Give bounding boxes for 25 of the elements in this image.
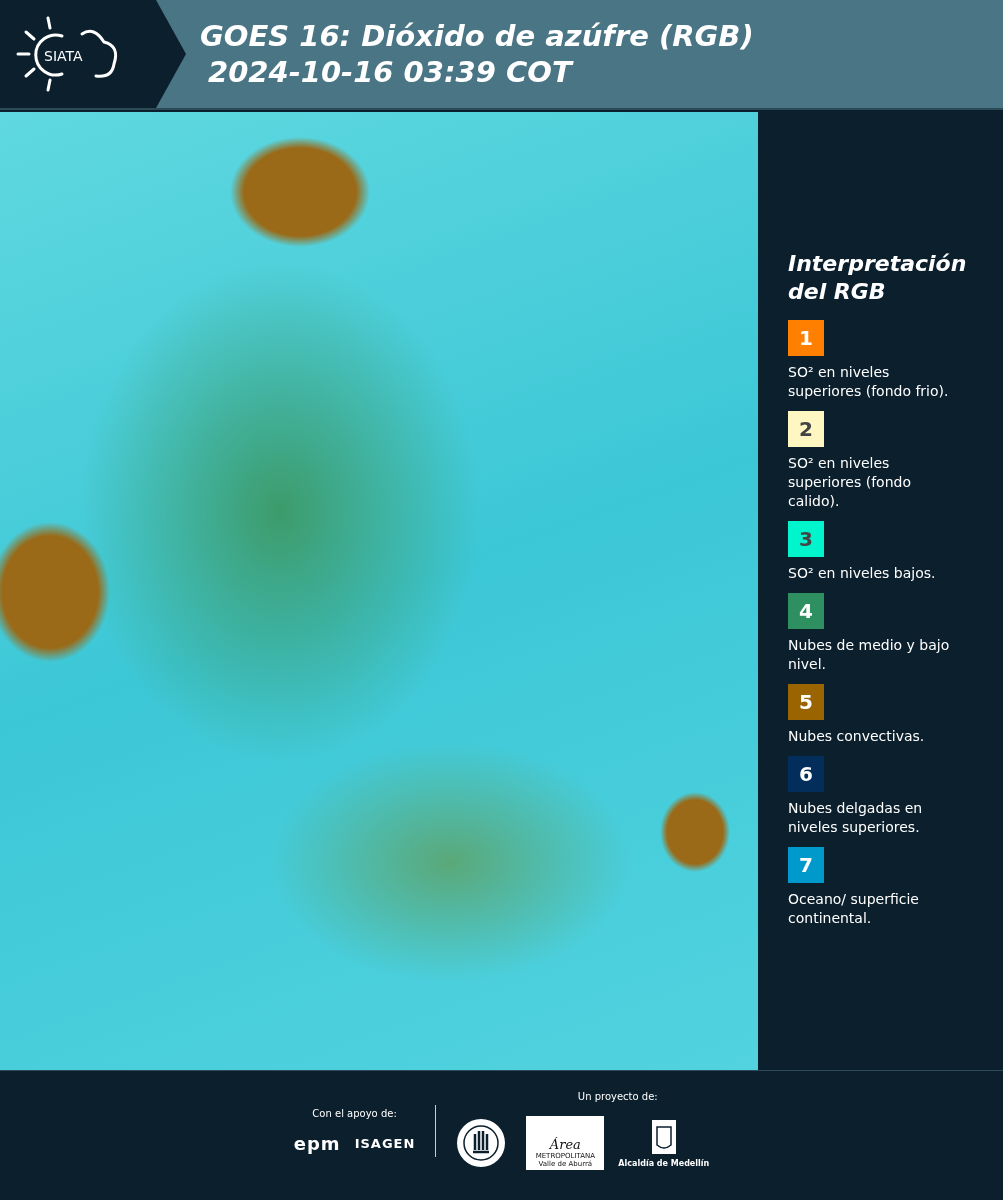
- legend-text: SO² en niveles superiores (fondo frio).: [788, 363, 950, 401]
- coat-of-arms-icon: [650, 1118, 677, 1155]
- legend-text: Oceano/ superficie continental.: [788, 890, 920, 928]
- legend-swatch: 3: [788, 521, 824, 557]
- legend-text: SO² en niveles bajos.: [788, 564, 937, 583]
- legend-text: Nubes delgadas en niveles superiores.: [788, 799, 924, 837]
- legend-swatch: 6: [788, 756, 824, 792]
- legend-swatch: 5: [788, 684, 824, 720]
- alcaldia-label: Alcaldía de Medellín: [618, 1158, 710, 1168]
- legend-text: SO² en niveles superiores (fondo calido).: [788, 454, 912, 511]
- legend-swatch: 1: [788, 320, 824, 356]
- logo-text: SIATA: [44, 48, 83, 64]
- support-label: Con el apoyo de:: [312, 1107, 397, 1119]
- project-label: Un proyecto de:: [577, 1091, 658, 1102]
- legend-swatch: 4: [788, 593, 824, 629]
- legend-swatch: 7: [788, 847, 824, 883]
- legend-swatch: 2: [788, 411, 824, 447]
- legend-text: Nubes convectivas.: [788, 727, 926, 746]
- isagen-logo: ISAGEN: [354, 1135, 416, 1151]
- legend-title: Interpretación del RGB: [788, 250, 968, 306]
- seal-logo-icon: [456, 1117, 507, 1168]
- legend-text: Nubes de medio y bajo nivel.: [788, 636, 951, 674]
- epm-logo: epm: [293, 1132, 341, 1154]
- timestamp: 2024-10-16 03:39 COT: [207, 54, 575, 90]
- product-title: GOES 16: Dióxido de azúfre (RGB): [200, 18, 754, 54]
